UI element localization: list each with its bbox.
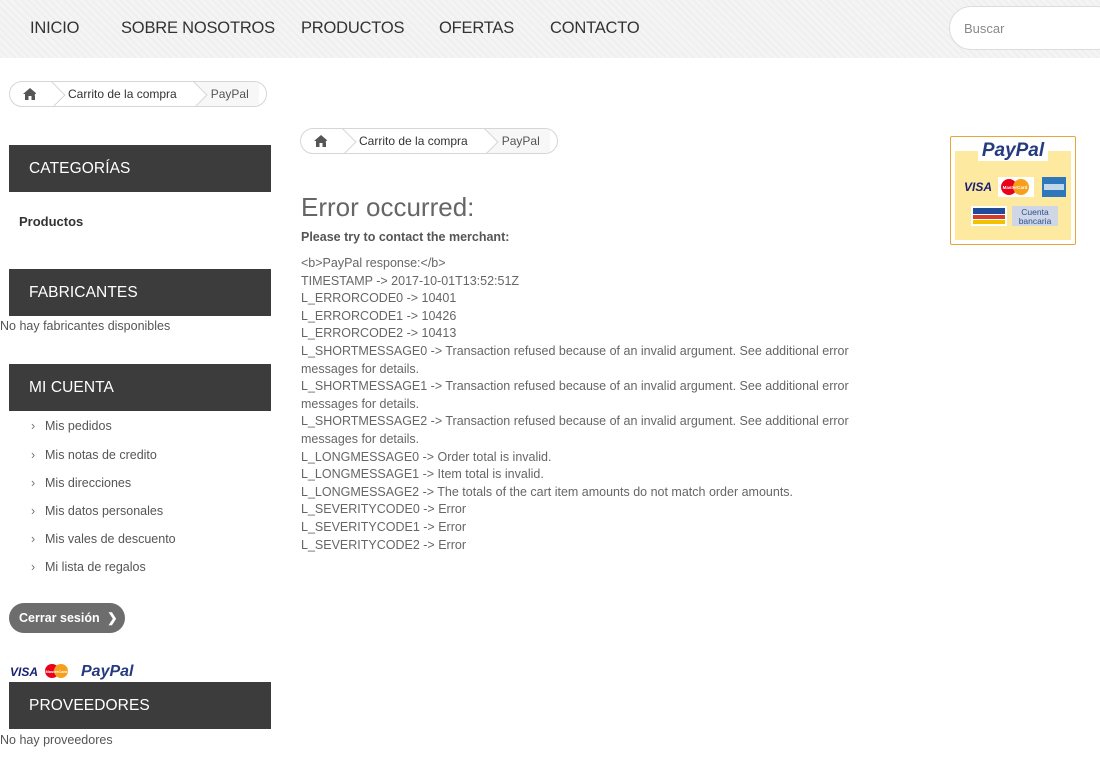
breadcrumb-cart[interactable]: Carrito de la compra <box>50 82 208 106</box>
search-input[interactable] <box>949 6 1100 50</box>
paypal-badge[interactable]: PayPal VISA MasterCard Cuenta bancaria <box>950 136 1076 245</box>
content-breadcrumb: Carrito de la compra PayPal <box>300 128 558 154</box>
mastercard-logo: MasterCard <box>45 664 68 678</box>
mastercard-logo-text: MasterCard <box>45 669 68 674</box>
response-line: L_SEVERITYCODE2 -> Error <box>301 537 466 552</box>
suppliers-heading: PROVEEDORES <box>9 682 271 729</box>
paypal-badge-title-text: PayPal <box>982 140 1045 161</box>
top-navigation: INICIO SOBRE NOSOTROS PRODUCTOS OFERTAS … <box>0 0 1100 58</box>
account-link-label: Mis direcciones <box>45 476 132 490</box>
chevron-right-icon: ❯ <box>107 611 118 625</box>
payment-logos-graphic: VISA MasterCard PayPal <box>10 663 134 680</box>
account-link-mis-vales-de-descuento[interactable]: › Mis vales de descuento <box>31 532 176 546</box>
account-link-label: Mis notas de credito <box>45 448 157 462</box>
nav-ofertas[interactable]: OFERTAS <box>439 19 514 38</box>
paypal-badge-title: PayPal <box>982 140 1045 161</box>
category-productos[interactable]: Productos <box>19 214 83 229</box>
nav-inicio[interactable]: INICIO <box>30 19 79 38</box>
error-title: Error occurred: <box>301 192 475 222</box>
breadcrumb-cart-label: Carrito de la compra <box>359 134 468 148</box>
nav-contacto[interactable]: CONTACTO <box>550 19 640 38</box>
paypal-badge-graphic: PayPal VISA MasterCard Cuenta bancaria <box>964 139 1066 226</box>
account-link-mi-lista-de-regalos[interactable]: › Mi lista de regalos <box>31 560 146 574</box>
response-line: L_SEVERITYCODE1 -> Error <box>301 519 466 534</box>
breadcrumb-home[interactable] <box>10 82 66 106</box>
paypal-badge-bank-line2: bancaria <box>1019 216 1052 226</box>
logout-label: Cerrar sesión <box>19 611 100 625</box>
response-line: L_ERRORCODE2 -> 10413 <box>301 326 457 341</box>
response-line: L_ERRORCODE1 -> 10426 <box>301 308 457 323</box>
suppliers-empty-text: No hay proveedores <box>0 733 113 747</box>
account-heading: MI CUENTA <box>9 364 271 411</box>
account-link-mis-direcciones[interactable]: › Mis direcciones <box>31 476 131 490</box>
chevron-right-icon: › <box>31 476 36 490</box>
categories-heading: CATEGORÍAS <box>9 145 271 192</box>
breadcrumb-home[interactable] <box>301 129 357 153</box>
error-subtitle: Please try to contact the merchant: <box>301 230 510 244</box>
account-link-mis-pedidos[interactable]: › Mis pedidos <box>31 419 112 433</box>
paypal-logo-text: PayPal <box>81 663 134 680</box>
nav-productos[interactable]: PRODUCTOS <box>301 19 405 38</box>
visa-logo: VISA <box>10 665 38 679</box>
breadcrumb: Carrito de la compra PayPal <box>9 81 267 107</box>
chevron-right-icon: › <box>31 504 36 518</box>
account-link-label: Mis pedidos <box>45 419 112 433</box>
response-line: L_SHORTMESSAGE1 -> Transaction refused b… <box>301 379 849 411</box>
paypal-logo: PayPal <box>81 663 134 680</box>
payment-logos: VISA MasterCard PayPal <box>10 661 150 681</box>
response-line: L_LONGMESSAGE1 -> Item total is invalid. <box>301 467 544 482</box>
response-line: L_LONGMESSAGE0 -> Order total is invalid… <box>301 449 552 464</box>
manufacturers-empty-text: No hay fabricantes disponibles <box>0 319 171 333</box>
account-link-label: Mis datos personales <box>45 504 164 518</box>
response-line: TIMESTAMP -> 2017-10-01T13:52:51Z <box>301 273 520 288</box>
chevron-right-icon: › <box>31 419 36 433</box>
paypal-badge-amex <box>1042 177 1066 197</box>
paypal-badge-mastercard-text: MasterCard <box>1003 185 1028 190</box>
response-line: L_SHORTMESSAGE2 -> Transaction refused b… <box>301 414 849 446</box>
response-line: <b>PayPal response:</b> <box>301 256 446 270</box>
account-link-label: Mis vales de descuento <box>45 532 176 546</box>
account-link-mis-notas-de-credito[interactable]: › Mis notas de credito <box>31 448 157 462</box>
paypal-response: <b>PayPal response:</b> TIMESTAMP -> 201… <box>301 255 871 554</box>
chevron-right-icon: › <box>31 560 36 574</box>
account-link-mis-datos-personales[interactable]: › Mis datos personales <box>31 504 163 518</box>
response-line: L_LONGMESSAGE2 -> The totals of the cart… <box>301 484 794 499</box>
paypal-badge-visa: VISA <box>964 180 992 194</box>
response-line: L_SEVERITYCODE0 -> Error <box>301 502 466 517</box>
nav-sobre-nosotros[interactable]: SOBRE NOSOTROS <box>121 19 275 38</box>
response-line: L_ERRORCODE0 -> 10401 <box>301 291 457 306</box>
chevron-right-icon: › <box>31 532 36 546</box>
response-line: L_SHORTMESSAGE0 -> Transaction refused b… <box>301 343 849 376</box>
breadcrumb-cart[interactable]: Carrito de la compra <box>341 129 499 153</box>
paypal-badge-mastercard: MasterCard <box>998 177 1034 197</box>
breadcrumb-cart-label: Carrito de la compra <box>68 87 177 101</box>
chevron-right-icon: › <box>31 448 36 462</box>
manufacturers-heading: FABRICANTES <box>9 269 271 316</box>
paypal-badge-bank-icon <box>971 206 1007 226</box>
logout-button[interactable]: Cerrar sesión ❯ <box>9 603 125 633</box>
account-link-label: Mi lista de regalos <box>45 560 146 574</box>
